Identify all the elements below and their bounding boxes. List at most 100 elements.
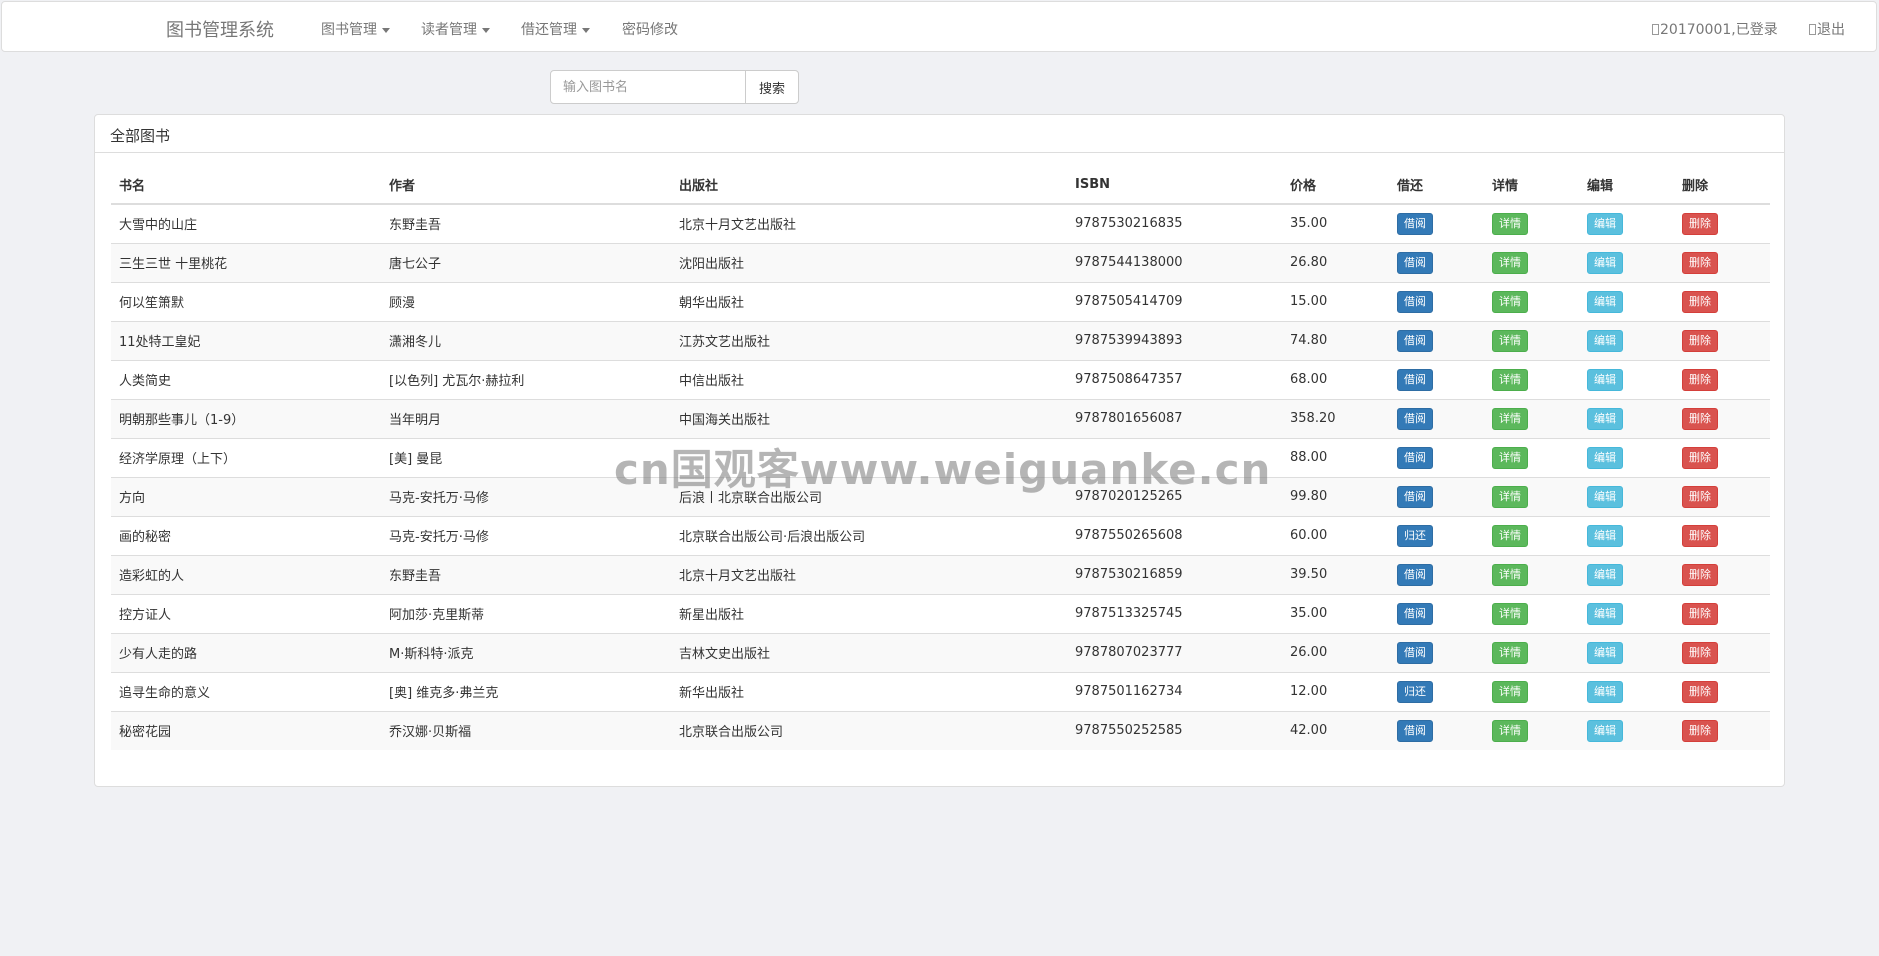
action-cell: 删除 [1674,476,1770,516]
book-publisher-cell: 中信出版社 [671,359,1067,399]
delete-button[interactable]: 删除 [1682,641,1718,664]
detail-button[interactable]: 详情 [1492,719,1528,742]
edit-button[interactable]: 编辑 [1587,368,1623,391]
delete-button[interactable]: 删除 [1682,485,1718,508]
delete-button[interactable]: 删除 [1682,290,1718,313]
borrow-return-button[interactable]: 借阅 [1397,602,1433,625]
detail-button[interactable]: 详情 [1492,602,1528,625]
borrow-return-button[interactable]: 借阅 [1397,368,1433,391]
delete-button[interactable]: 删除 [1682,368,1718,391]
table-header-row: 书名 作者 出版社 ISBN 价格 借还 详情 编辑 删除 [111,165,1770,205]
book-publisher-cell [671,437,1067,477]
detail-button[interactable]: 详情 [1492,329,1528,352]
action-cell: 详情 [1484,281,1579,321]
book-publisher-cell: 北京十月文艺出版社 [671,203,1067,243]
delete-button[interactable]: 删除 [1682,446,1718,469]
nav-menu-book-management[interactable]: 图书管理 [321,19,390,39]
book-author-cell: [以色列] 尤瓦尔·赫拉利 [381,359,671,399]
edit-button[interactable]: 编辑 [1587,641,1623,664]
action-cell: 借阅 [1389,203,1484,243]
edit-button[interactable]: 编辑 [1587,485,1623,508]
delete-button[interactable]: 删除 [1682,329,1718,352]
book-author-cell: [美] 曼昆 [381,437,671,477]
nav-menu-label: 读者管理 [421,22,477,38]
borrow-return-button[interactable]: 归还 [1397,680,1433,703]
column-header: 作者 [381,165,671,205]
detail-button[interactable]: 详情 [1492,641,1528,664]
detail-button[interactable]: 详情 [1492,407,1528,430]
edit-button[interactable]: 编辑 [1587,407,1623,430]
nav-menu-reader-management[interactable]: 读者管理 [421,19,490,39]
book-title-cell: 造彩虹的人 [111,554,381,594]
action-cell: 删除 [1674,398,1770,438]
action-cell: 删除 [1674,320,1770,360]
user-status-link[interactable]: 20170001,已登录 [1652,19,1778,39]
delete-button[interactable]: 删除 [1682,563,1718,586]
detail-button[interactable]: 详情 [1492,563,1528,586]
action-cell: 借阅 [1389,242,1484,282]
borrow-return-button[interactable]: 借阅 [1397,212,1433,235]
edit-button[interactable]: 编辑 [1587,524,1623,547]
delete-button[interactable]: 删除 [1682,524,1718,547]
action-cell: 借阅 [1389,320,1484,360]
detail-button[interactable]: 详情 [1492,680,1528,703]
edit-button[interactable]: 编辑 [1587,446,1623,469]
app-brand[interactable]: 图书管理系统 [166,16,274,42]
book-author-cell: 唐七公子 [381,242,671,282]
book-isbn-cell: 9787550265608 [1067,515,1282,555]
book-author-cell: 当年明月 [381,398,671,438]
column-header: 出版社 [671,165,1067,205]
borrow-return-button[interactable]: 借阅 [1397,290,1433,313]
delete-button[interactable]: 删除 [1682,407,1718,430]
action-cell: 编辑 [1579,710,1674,750]
detail-button[interactable]: 详情 [1492,446,1528,469]
detail-button[interactable]: 详情 [1492,368,1528,391]
nav-menu-label: 密码修改 [622,22,678,38]
edit-button[interactable]: 编辑 [1587,563,1623,586]
edit-button[interactable]: 编辑 [1587,290,1623,313]
book-author-cell: [奥] 维克多·弗兰克 [381,671,671,711]
edit-button[interactable]: 编辑 [1587,719,1623,742]
book-price-cell: 68.00 [1282,359,1389,399]
delete-button[interactable]: 删除 [1682,602,1718,625]
book-price-cell: 15.00 [1282,281,1389,321]
delete-button[interactable]: 删除 [1682,719,1718,742]
delete-button[interactable]: 删除 [1682,212,1718,235]
action-cell: 详情 [1484,593,1579,633]
action-cell: 借阅 [1389,593,1484,633]
book-price-cell: 99.80 [1282,476,1389,516]
nav-menu-borrow-management[interactable]: 借还管理 [521,19,590,39]
search-input[interactable] [550,70,746,104]
borrow-return-button[interactable]: 借阅 [1397,563,1433,586]
column-header: 借还 [1389,165,1484,205]
edit-button[interactable]: 编辑 [1587,602,1623,625]
detail-button[interactable]: 详情 [1492,212,1528,235]
borrow-return-button[interactable]: 借阅 [1397,719,1433,742]
borrow-return-button[interactable]: 归还 [1397,524,1433,547]
borrow-return-button[interactable]: 借阅 [1397,446,1433,469]
nav-menu-password-change[interactable]: 密码修改 [622,19,678,39]
detail-button[interactable]: 详情 [1492,524,1528,547]
action-cell: 删除 [1674,281,1770,321]
edit-button[interactable]: 编辑 [1587,680,1623,703]
column-header: 编辑 [1579,165,1674,205]
book-publisher-cell: 朝华出版社 [671,281,1067,321]
borrow-return-button[interactable]: 借阅 [1397,407,1433,430]
borrow-return-button[interactable]: 借阅 [1397,329,1433,352]
edit-button[interactable]: 编辑 [1587,212,1623,235]
delete-button[interactable]: 删除 [1682,251,1718,274]
delete-button[interactable]: 删除 [1682,680,1718,703]
borrow-return-button[interactable]: 借阅 [1397,641,1433,664]
action-cell: 详情 [1484,203,1579,243]
detail-button[interactable]: 详情 [1492,485,1528,508]
detail-button[interactable]: 详情 [1492,251,1528,274]
borrow-return-button[interactable]: 借阅 [1397,251,1433,274]
edit-button[interactable]: 编辑 [1587,329,1623,352]
borrow-return-button[interactable]: 借阅 [1397,485,1433,508]
detail-button[interactable]: 详情 [1492,290,1528,313]
table-row: 三生三世 十里桃花 唐七公子 沈阳出版社 9787544138000 26.80 借阅 详情… [111,242,1770,282]
logout-link[interactable]: 退出 [1809,19,1845,39]
edit-button[interactable]: 编辑 [1587,251,1623,274]
action-cell: 编辑 [1579,398,1674,438]
search-button[interactable]: 搜索 [745,70,799,104]
